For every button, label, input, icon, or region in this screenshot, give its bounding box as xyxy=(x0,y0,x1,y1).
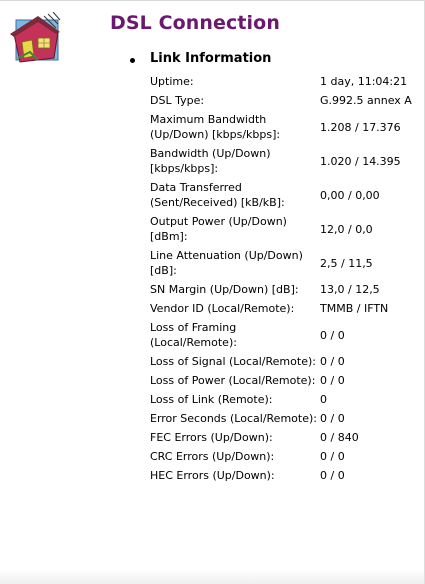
info-row: Output Power (Up/Down) [dBm]: 12,0 / 0,0 xyxy=(146,214,412,244)
info-value: 13,0 / 12,5 xyxy=(320,283,380,296)
info-value: 0 / 0 xyxy=(320,374,345,387)
info-value: 0 xyxy=(320,393,327,406)
info-row: DSL Type: G.992.5 annex A xyxy=(146,93,412,108)
info-row: Loss of Signal (Local/Remote): 0 / 0 xyxy=(146,354,412,369)
info-row: Vendor ID (Local/Remote): TMMB / IFTN xyxy=(146,301,412,316)
info-row: CRC Errors (Up/Down): 0 / 0 xyxy=(146,449,412,464)
info-value: 2,5 / 11,5 xyxy=(320,256,373,270)
info-label: Line Attenuation (Up/Down) [dB]: xyxy=(150,249,303,277)
top-border xyxy=(0,0,425,1)
info-value: 12,0 / 0,0 xyxy=(320,222,373,236)
info-label: Loss of Power (Local/Remote): xyxy=(150,374,316,387)
info-value: G.992.5 annex A xyxy=(320,94,412,107)
info-row: HEC Errors (Up/Down): 0 / 0 xyxy=(146,468,412,483)
info-label: Vendor ID (Local/Remote): xyxy=(150,302,295,315)
info-row: Loss of Power (Local/Remote): 0 / 0 xyxy=(146,373,412,388)
info-label: Error Seconds (Local/Remote): xyxy=(150,412,317,425)
info-value: 0 / 0 xyxy=(320,469,345,482)
info-label: Loss of Framing (Local/Remote): xyxy=(150,321,237,349)
section-title: Link Information xyxy=(150,51,272,66)
info-value: 1.208 / 17.376 xyxy=(320,120,401,134)
info-row: Uptime: 1 day, 11:04:21 xyxy=(146,74,412,89)
info-row: FEC Errors (Up/Down): 0 / 840 xyxy=(146,430,412,445)
bullet-icon xyxy=(130,58,135,63)
info-label: Bandwidth (Up/Down) [kbps/kbps]: xyxy=(150,147,271,175)
info-row: Line Attenuation (Up/Down) [dB]: 2,5 / 11… xyxy=(146,248,412,278)
page-title: DSL Connection xyxy=(110,12,280,34)
info-value: 0 / 0 xyxy=(320,412,345,425)
info-label: Loss of Link (Remote): xyxy=(150,393,273,406)
info-label: DSL Type: xyxy=(150,94,205,107)
info-row: Bandwidth (Up/Down) [kbps/kbps]: 1.020 / … xyxy=(146,146,412,176)
info-row: Loss of Framing (Local/Remote): 0 / 0 xyxy=(146,320,412,350)
info-label: Output Power (Up/Down) [dBm]: xyxy=(150,215,287,243)
dsl-house-icon xyxy=(10,12,61,63)
info-value: 0 / 0 xyxy=(320,328,345,342)
info-label: Data Transferred (Sent/Received) [kB/kB]… xyxy=(150,181,285,209)
info-label: Maximum Bandwidth (Up/Down) [kbps/kbps]: xyxy=(150,113,281,141)
info-label: HEC Errors (Up/Down): xyxy=(150,469,275,482)
info-label: FEC Errors (Up/Down): xyxy=(150,431,273,444)
info-value: 0,00 / 0,00 xyxy=(320,188,380,202)
info-value: 0 / 840 xyxy=(320,431,359,444)
info-label: Uptime: xyxy=(150,75,194,88)
info-label: CRC Errors (Up/Down): xyxy=(150,450,275,463)
info-label: Loss of Signal (Local/Remote): xyxy=(150,355,316,368)
info-value: 0 / 0 xyxy=(320,450,345,463)
info-label: SN Margin (Up/Down) [dB]: xyxy=(150,283,299,296)
link-info-table: Uptime: 1 day, 11:04:21 DSL Type: G.992.5 a… xyxy=(146,70,412,487)
info-value: 1.020 / 14.395 xyxy=(320,154,401,168)
info-row: Loss of Link (Remote): 0 xyxy=(146,392,412,407)
info-value: 1 day, 11:04:21 xyxy=(320,75,408,88)
bottom-fade xyxy=(0,570,425,584)
info-row: SN Margin (Up/Down) [dB]: 13,0 / 12,5 xyxy=(146,282,412,297)
info-row: Data Transferred (Sent/Received) [kB/kB]… xyxy=(146,180,412,210)
info-value: TMMB / IFTN xyxy=(320,302,389,315)
info-row: Maximum Bandwidth (Up/Down) [kbps/kbps]:… xyxy=(146,112,412,142)
info-value: 0 / 0 xyxy=(320,355,345,368)
info-row: Error Seconds (Local/Remote): 0 / 0 xyxy=(146,411,412,426)
